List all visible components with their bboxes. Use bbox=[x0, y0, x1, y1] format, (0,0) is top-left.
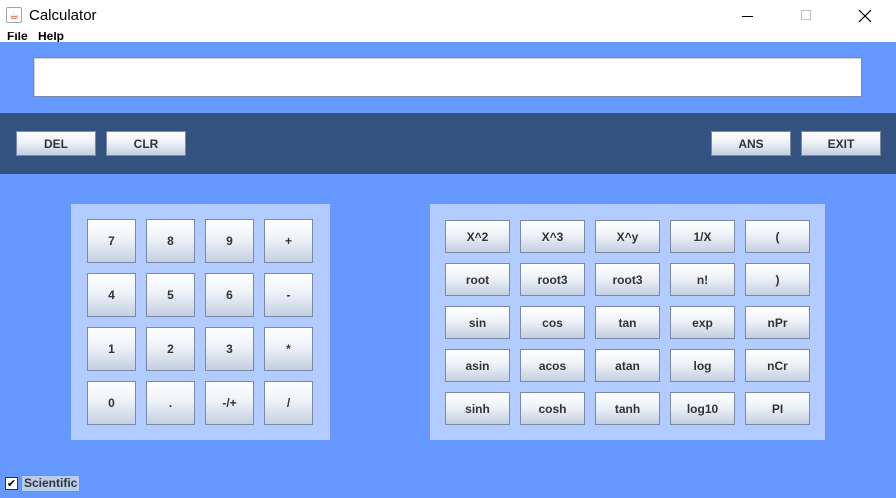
scientific-key[interactable]: asin bbox=[445, 349, 510, 382]
maximize-button[interactable] bbox=[783, 0, 829, 32]
clr-button[interactable]: CLR bbox=[106, 131, 186, 156]
num-key[interactable]: 4 bbox=[87, 273, 136, 317]
scientific-key[interactable]: PI bbox=[745, 392, 810, 425]
num-key[interactable]: 0 bbox=[87, 381, 136, 425]
minimize-button[interactable] bbox=[724, 0, 770, 32]
scientific-key[interactable]: sinh bbox=[445, 392, 510, 425]
scientific-key[interactable]: atan bbox=[595, 349, 660, 382]
num-key[interactable]: 3 bbox=[205, 327, 254, 371]
num-key[interactable]: 8 bbox=[146, 219, 195, 263]
num-key[interactable]: 1 bbox=[87, 327, 136, 371]
scientific-key[interactable]: root3 bbox=[520, 263, 585, 296]
scientific-key[interactable]: log10 bbox=[670, 392, 735, 425]
num-key[interactable]: 5 bbox=[146, 273, 195, 317]
num-key[interactable]: / bbox=[264, 381, 313, 425]
num-key[interactable]: + bbox=[264, 219, 313, 263]
ans-button[interactable]: ANS bbox=[711, 131, 791, 156]
num-key[interactable]: - bbox=[264, 273, 313, 317]
scientific-toggle[interactable]: ✔ Scientific bbox=[5, 475, 81, 492]
scientific-key[interactable]: nPr bbox=[745, 306, 810, 339]
scientific-key[interactable]: root bbox=[445, 263, 510, 296]
scientific-key[interactable]: log bbox=[670, 349, 735, 382]
num-key[interactable]: -/+ bbox=[205, 381, 254, 425]
scientific-key[interactable]: n! bbox=[670, 263, 735, 296]
window-title: Calculator bbox=[29, 7, 97, 24]
scientific-checkbox[interactable]: ✔ bbox=[5, 477, 18, 490]
num-key[interactable]: 9 bbox=[205, 219, 254, 263]
menu-help[interactable]: Help bbox=[38, 32, 64, 42]
scientific-key[interactable]: root3 bbox=[595, 263, 660, 296]
num-key[interactable]: 7 bbox=[87, 219, 136, 263]
del-button[interactable]: DEL bbox=[16, 131, 96, 156]
scientific-key[interactable]: X^y bbox=[595, 220, 660, 253]
scientific-key[interactable]: sin bbox=[445, 306, 510, 339]
menu-file[interactable]: File bbox=[7, 32, 28, 42]
scientific-key[interactable]: exp bbox=[670, 306, 735, 339]
display-field[interactable] bbox=[33, 57, 862, 97]
scientific-key[interactable]: ( bbox=[745, 220, 810, 253]
scientific-key[interactable]: acos bbox=[520, 349, 585, 382]
num-key[interactable]: 2 bbox=[146, 327, 195, 371]
close-button[interactable] bbox=[842, 0, 888, 32]
exit-button[interactable]: EXIT bbox=[801, 131, 881, 156]
close-icon bbox=[858, 9, 872, 23]
java-cup-icon: ☕ bbox=[6, 7, 22, 23]
scientific-key[interactable]: X^3 bbox=[520, 220, 585, 253]
scientific-key[interactable]: cos bbox=[520, 306, 585, 339]
scientific-key[interactable]: nCr bbox=[745, 349, 810, 382]
num-key[interactable]: . bbox=[146, 381, 195, 425]
title-bar: ☕ Calculator bbox=[0, 0, 896, 32]
num-key[interactable]: 6 bbox=[205, 273, 254, 317]
scientific-key[interactable]: tanh bbox=[595, 392, 660, 425]
num-key[interactable]: * bbox=[264, 327, 313, 371]
scientific-key[interactable]: ) bbox=[745, 263, 810, 296]
scientific-label[interactable]: Scientific bbox=[21, 475, 81, 492]
menu-bar: File Help bbox=[0, 32, 896, 42]
scientific-key[interactable]: tan bbox=[595, 306, 660, 339]
scientific-key[interactable]: X^2 bbox=[445, 220, 510, 253]
scientific-key[interactable]: 1/X bbox=[670, 220, 735, 253]
scientific-key[interactable]: cosh bbox=[520, 392, 585, 425]
